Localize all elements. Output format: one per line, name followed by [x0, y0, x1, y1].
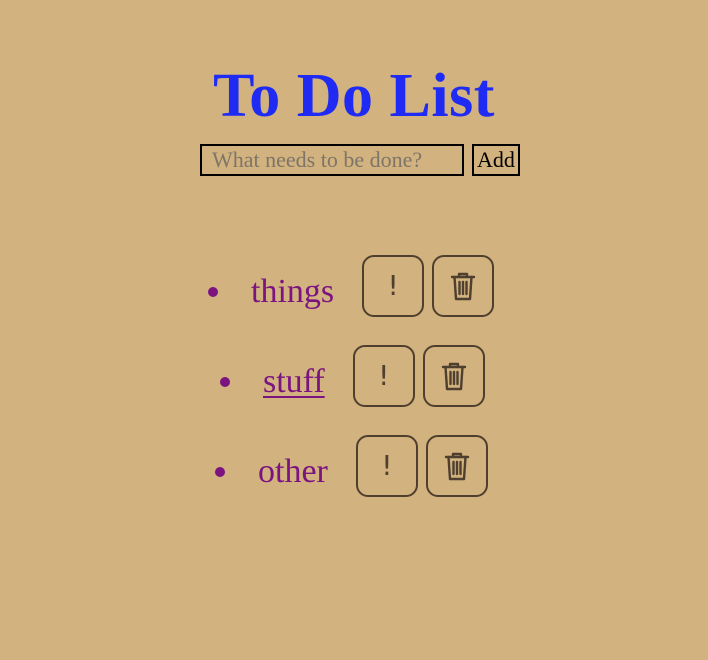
- exclamation-icon: !: [378, 359, 390, 392]
- add-button[interactable]: Add: [472, 144, 520, 176]
- exclamation-icon: !: [387, 269, 399, 302]
- todo-text[interactable]: stuff: [263, 351, 325, 413]
- todo-text[interactable]: other: [258, 441, 328, 503]
- exclamation-icon: !: [381, 449, 393, 482]
- delete-button[interactable]: [425, 435, 488, 497]
- bullet: [215, 467, 225, 477]
- bullet: [220, 377, 230, 387]
- todo-input[interactable]: [200, 144, 464, 176]
- bullet: [208, 287, 218, 297]
- add-todo-form: Add: [200, 144, 520, 176]
- trash-icon: [449, 270, 477, 302]
- todo-app: To Do List Add things ! s: [0, 0, 708, 660]
- todo-text[interactable]: things: [251, 261, 334, 323]
- trash-icon: [440, 360, 468, 392]
- todo-item-other: other !: [215, 435, 488, 497]
- todo-item-things: things !: [208, 255, 495, 317]
- trash-icon: [443, 450, 471, 482]
- page-title: To Do List: [213, 62, 495, 130]
- todo-item-stuff: stuff !: [220, 345, 485, 407]
- priority-button[interactable]: !: [352, 345, 415, 407]
- delete-button[interactable]: [422, 345, 485, 407]
- priority-button[interactable]: !: [355, 435, 418, 497]
- priority-button[interactable]: !: [362, 255, 425, 317]
- delete-button[interactable]: [432, 255, 495, 317]
